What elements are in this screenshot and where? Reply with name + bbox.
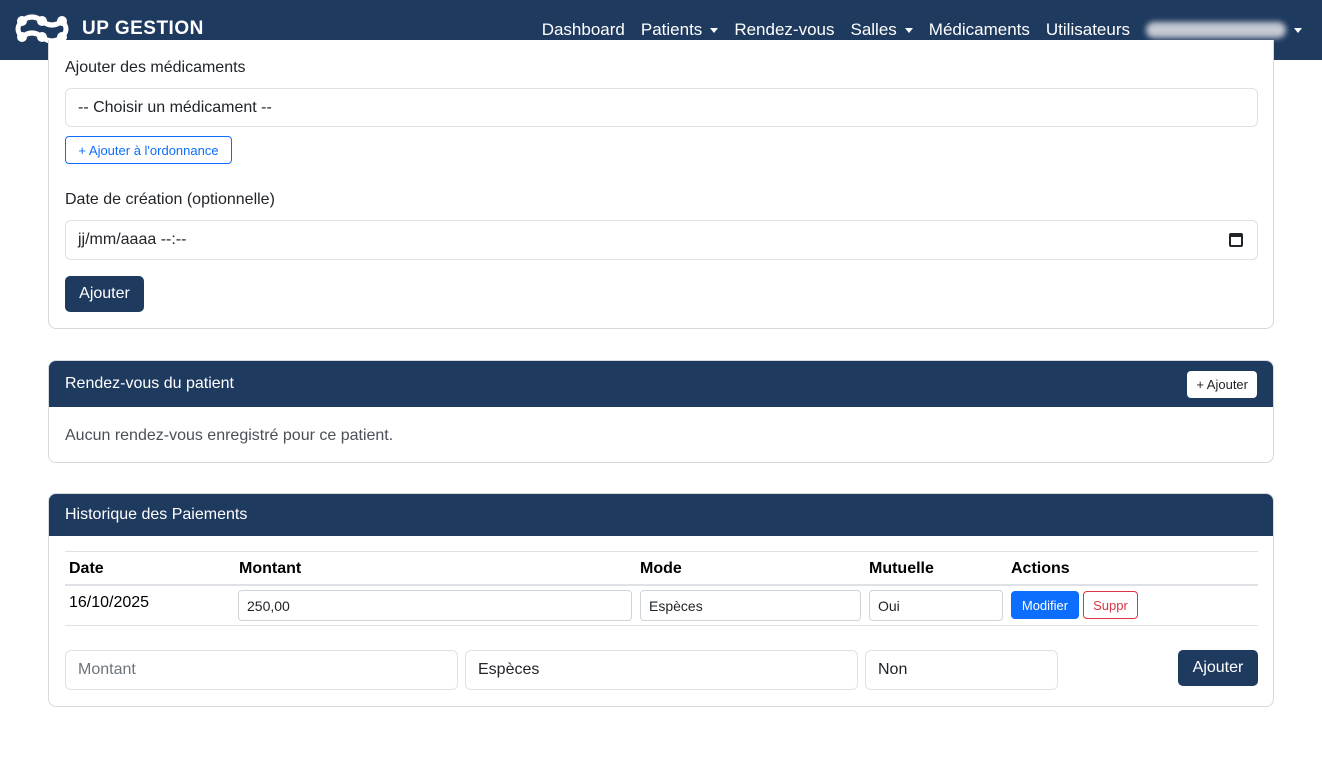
table-header-border — [65, 584, 1258, 586]
column-header-date: Date — [69, 560, 104, 577]
ordonnance-submit-button[interactable]: Ajouter — [65, 276, 144, 312]
nav-utilisateurs-label: Utilisateurs — [1045, 20, 1130, 39]
nav-salles-label: Salles — [850, 20, 897, 39]
nav-dashboard[interactable]: Dashboard — [542, 20, 625, 40]
new-montant-input[interactable]: Montant — [65, 650, 458, 690]
new-mode-value: Espèces — [478, 661, 540, 678]
new-mutuelle-select[interactable]: Non — [865, 650, 1058, 690]
rendezvous-card: Rendez-vous du patient + Ajouter Aucun r… — [48, 360, 1274, 463]
column-header-montant: Montant — [239, 560, 302, 577]
caret-down-icon — [1294, 27, 1302, 33]
user-menu[interactable] — [1146, 22, 1302, 38]
payment-mutuelle-select[interactable]: Oui — [869, 590, 1003, 621]
nav-dashboard-label: Dashboard — [541, 20, 625, 39]
medicament-select-value: -- Choisir un médicament -- — [78, 98, 272, 116]
caret-down-icon — [904, 27, 913, 33]
nav-medicaments[interactable]: Médicaments — [929, 20, 1030, 40]
column-header-mutuelle: Mutuelle — [869, 560, 934, 577]
nav-patients-label: Patients — [640, 20, 703, 39]
nav-patients[interactable]: Patients — [640, 20, 719, 40]
nav-medicaments-label: Médicaments — [928, 20, 1030, 39]
nav-rendez-vous[interactable]: Rendez-vous — [734, 20, 834, 40]
paiements-title: Historique des Paiements — [65, 506, 248, 523]
date-label: Date de création (optionnelle) — [65, 191, 275, 208]
nav-utilisateurs[interactable]: Utilisateurs — [1046, 20, 1130, 40]
rendezvous-header: Rendez-vous du patient + Ajouter — [49, 361, 1273, 407]
column-header-mode: Mode — [640, 560, 682, 577]
date-creation-input[interactable]: jj/mm/aaaa --:-- — [65, 220, 1258, 260]
empty-rendezvous-message: Aucun rendez-vous enregistré pour ce pat… — [65, 427, 394, 444]
table-top-border — [65, 551, 1258, 552]
add-payment-button[interactable]: Ajouter — [1178, 650, 1258, 686]
payment-montant-input[interactable]: 250,00 — [238, 590, 632, 621]
table-row-border — [65, 625, 1258, 626]
new-mode-select[interactable]: Espèces — [465, 650, 858, 690]
user-name-redacted — [1146, 22, 1286, 38]
medicament-select[interactable]: -- Choisir un médicament -- — [65, 88, 1258, 127]
rendezvous-title: Rendez-vous du patient — [65, 375, 234, 392]
new-montant-placeholder: Montant — [78, 661, 136, 678]
payment-mode-select[interactable]: Espèces — [640, 590, 861, 621]
medicaments-label: Ajouter des médicaments — [65, 59, 246, 76]
nav-salles[interactable]: Salles — [850, 20, 913, 40]
nav-rendez-vous-label: Rendez-vous — [734, 20, 835, 39]
column-header-actions: Actions — [1011, 560, 1070, 577]
calendar-icon[interactable] — [1229, 233, 1243, 247]
add-rendezvous-button[interactable]: + Ajouter — [1187, 370, 1257, 398]
delete-payment-button[interactable]: Suppr — [1083, 591, 1138, 619]
modify-payment-button[interactable]: Modifier — [1011, 591, 1079, 619]
payment-date: 16/10/2025 — [69, 594, 150, 611]
brand-name: UP GESTION — [82, 18, 204, 39]
new-mutuelle-value: Non — [878, 661, 908, 678]
ordonnance-card: Ajouter des médicaments -- Choisir un mé… — [48, 40, 1274, 329]
date-placeholder: jj/mm/aaaa --:-- — [78, 231, 187, 248]
add-to-ordonnance-button[interactable]: + Ajouter à l'ordonnance — [65, 136, 232, 164]
paiements-header: Historique des Paiements — [49, 494, 1273, 536]
paiements-card: Historique des Paiements Date Montant Mo… — [48, 493, 1274, 707]
caret-down-icon — [710, 27, 719, 33]
